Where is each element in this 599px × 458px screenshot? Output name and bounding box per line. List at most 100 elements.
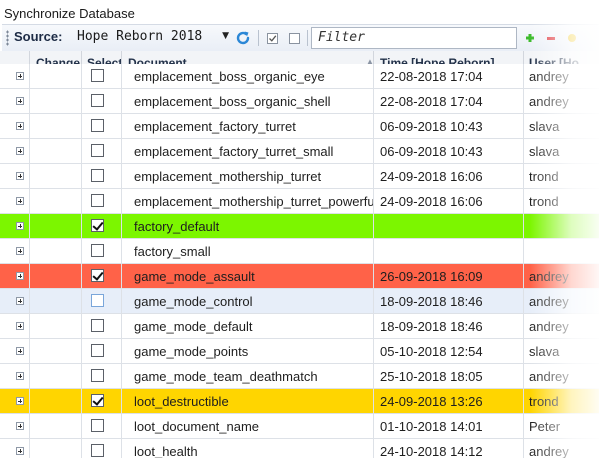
expand-icon[interactable] [16,122,24,130]
table-row[interactable]: factory_default [0,214,599,239]
table-row[interactable]: emplacement_boss_organic_shell 22-08-2018… [0,89,599,114]
user-cell: andrey [529,369,569,384]
table-row[interactable]: game_mode_assault 26-09-2018 16:09 andrey [0,264,599,289]
user-cell: andrey [529,269,569,284]
select-checkbox[interactable] [91,269,104,282]
select-checkbox[interactable] [91,219,104,232]
time-cell [374,214,524,238]
table-row[interactable]: emplacement_mothership_turret_powerful 24… [0,189,599,214]
select-none-button[interactable] [286,29,304,47]
select-checkbox[interactable] [91,444,104,457]
time-cell: 22-08-2018 17:04 [374,89,524,113]
table-row[interactable]: factory_small [0,239,599,264]
expand-icon[interactable] [16,197,24,205]
table-row[interactable]: game_mode_control 18-09-2018 18:46 andrey [0,289,599,314]
table-row[interactable]: loot_destructible 24-09-2018 13:26 trond [0,389,599,414]
expand-icon[interactable] [16,322,24,330]
expand-cell [0,189,30,213]
table-row[interactable]: emplacement_boss_organic_eye 22-08-2018 1… [0,64,599,89]
change-cell [30,364,82,388]
select-checkbox[interactable] [91,369,104,382]
select-checkbox[interactable] [91,194,104,207]
select-cell [82,164,122,188]
refresh-icon [236,31,250,45]
table-row[interactable]: loot_health 24-10-2018 14:12 andrey [0,439,599,458]
show-added-button[interactable] [521,29,539,47]
table-row[interactable]: loot_document_name 01-10-2018 14:01 Peter [0,414,599,439]
user-cell: trond [529,394,559,409]
user-cell: slava [529,144,560,159]
change-cell [30,214,82,238]
source-label: Source: [14,29,63,44]
time-cell: 06-09-2018 10:43 [374,139,524,163]
table-row[interactable]: emplacement_mothership_turret 24-09-2018 … [0,164,599,189]
expand-icon[interactable] [16,297,24,305]
change-cell [30,314,82,338]
refresh-button[interactable] [234,29,252,47]
expand-cell [0,64,30,88]
table-row[interactable]: emplacement_factory_turret 06-09-2018 10:… [0,114,599,139]
select-checkbox[interactable] [91,244,104,257]
document-cell: emplacement_factory_turret [122,114,374,138]
select-cell [82,189,122,213]
expand-icon[interactable] [16,447,24,455]
expand-cell [0,239,30,263]
source-dropdown-value: Hope Reborn 2018 [77,29,203,44]
document-cell: emplacement_boss_organic_shell [122,89,374,113]
expand-cell [0,339,30,363]
expand-icon[interactable] [16,422,24,430]
select-checkbox[interactable] [91,319,104,332]
expand-cell [0,414,30,438]
expand-icon[interactable] [16,222,24,230]
expand-icon[interactable] [16,397,24,405]
toolbar-separator [258,30,259,46]
user-cell: andrey [529,294,569,309]
select-cell [82,339,122,363]
select-checkbox[interactable] [91,294,104,307]
expand-icon[interactable] [16,372,24,380]
select-cell [82,114,122,138]
select-cell [82,239,122,263]
toolbar-grip[interactable] [6,30,9,46]
select-checkbox[interactable] [91,394,104,407]
expand-icon[interactable] [16,247,24,255]
source-dropdown[interactable]: Hope Reborn 2018 ▼ [74,28,232,47]
change-cell [30,64,82,88]
table-row[interactable]: game_mode_team_deathmatch 25-10-2018 18:0… [0,364,599,389]
table-row[interactable]: emplacement_factory_turret_small 06-09-20… [0,139,599,164]
gear-icon [568,34,576,42]
change-cell [30,189,82,213]
user-cell: trond [529,194,559,209]
select-checkbox[interactable] [91,119,104,132]
expand-icon[interactable] [16,147,24,155]
expand-icon[interactable] [16,72,24,80]
expand-cell [0,314,30,338]
change-cell [30,389,82,413]
table-row[interactable]: game_mode_default 18-09-2018 18:46 andrey [0,314,599,339]
change-cell [30,139,82,163]
select-checkbox[interactable] [91,94,104,107]
select-all-button[interactable] [264,29,282,47]
change-cell [30,164,82,188]
table-row[interactable]: game_mode_points 05-10-2018 12:54 slava [0,339,599,364]
time-cell: 22-08-2018 17:04 [374,64,524,88]
document-cell: emplacement_factory_turret_small [122,139,374,163]
filter-input[interactable]: Filter [311,27,517,49]
show-modified-button[interactable] [563,29,581,47]
expand-icon[interactable] [16,172,24,180]
expand-cell [0,439,30,458]
time-cell: 01-10-2018 14:01 [374,414,524,438]
expand-icon[interactable] [16,272,24,280]
select-checkbox[interactable] [91,144,104,157]
select-checkbox[interactable] [91,169,104,182]
synchronize-database-window: Synchronize Database Source: Hope Reborn… [0,0,599,458]
time-cell: 24-10-2018 14:12 [374,439,524,458]
select-checkbox[interactable] [91,344,104,357]
expand-cell [0,214,30,238]
select-checkbox[interactable] [91,419,104,432]
expand-icon[interactable] [16,97,24,105]
expand-icon[interactable] [16,347,24,355]
show-deleted-button[interactable] [542,29,560,47]
select-cell [82,264,122,288]
select-checkbox[interactable] [91,69,104,82]
